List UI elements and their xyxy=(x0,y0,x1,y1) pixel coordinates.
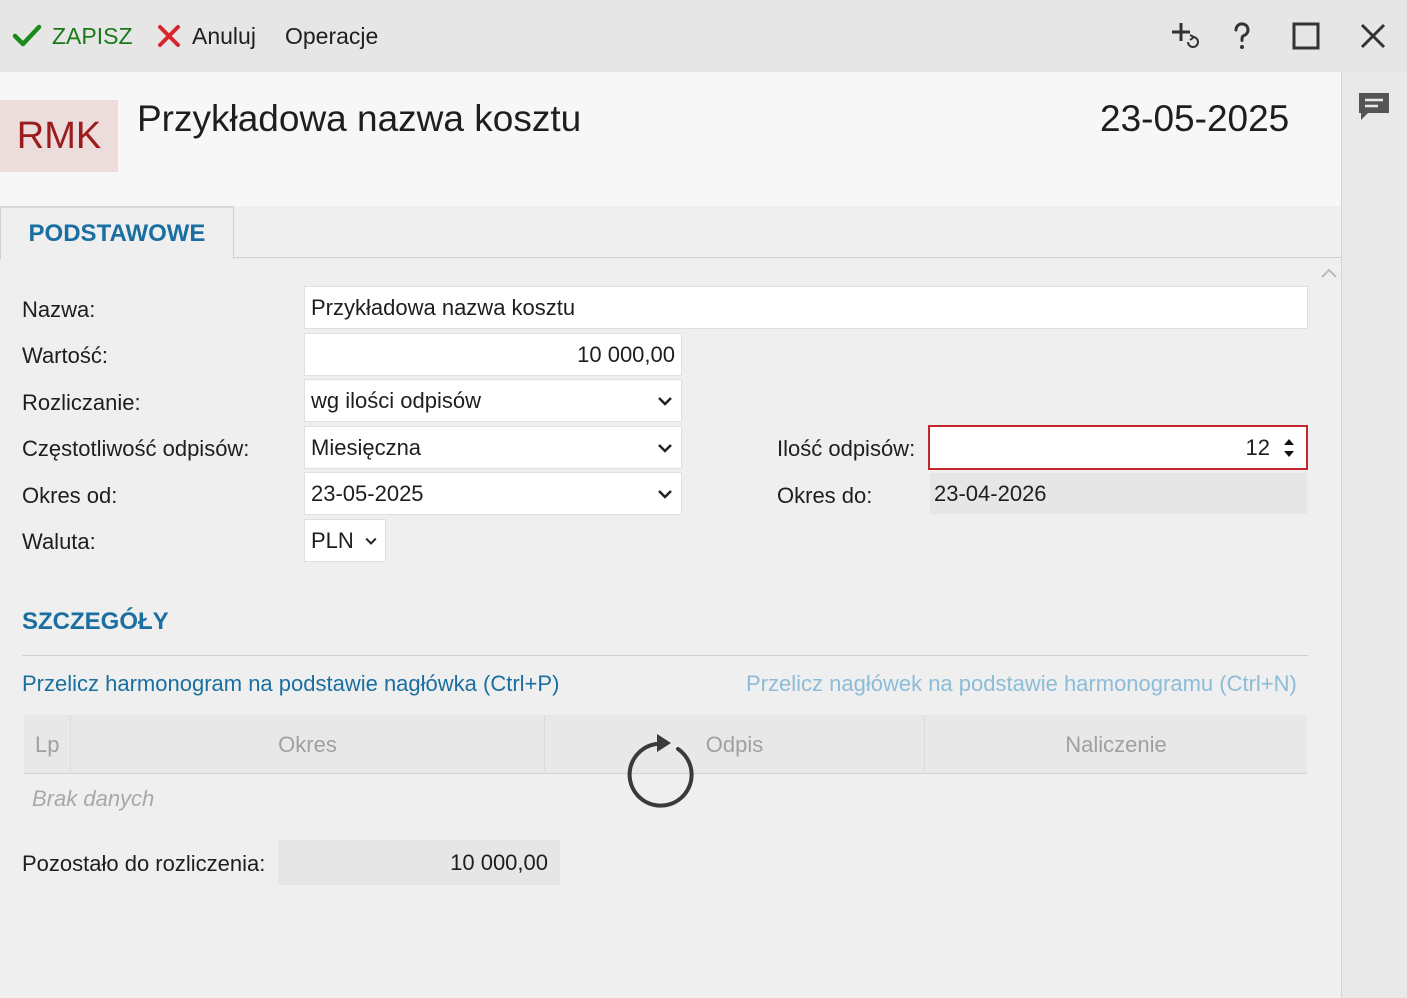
value-field[interactable]: 10 000,00 xyxy=(304,333,682,376)
toolbar: ZAPISZ Anuluj Operacje xyxy=(0,0,1407,72)
loading-spinner-icon xyxy=(627,734,694,808)
side-panel xyxy=(1341,72,1407,998)
name-field[interactable]: Przykładowa nazwa kosztu xyxy=(304,286,1308,329)
stepper-arrows[interactable] xyxy=(1278,438,1300,458)
count-label: Ilość odpisów: xyxy=(777,436,916,461)
currency-select[interactable]: PLN xyxy=(304,519,386,562)
period-to-field: 23-04-2026 xyxy=(930,473,1307,514)
period-from-label: Okres od: xyxy=(22,483,118,508)
empty-table-message: Brak danych xyxy=(32,786,155,811)
count-stepper[interactable]: 12 xyxy=(928,425,1308,470)
name-value: Przykładowa nazwa kosztu xyxy=(311,294,576,320)
document-title: Przykładowa nazwa kosztu xyxy=(137,98,582,139)
add-refresh-icon[interactable] xyxy=(1166,18,1202,54)
recalc-header-link[interactable]: Przelicz nagłówek na podstawie harmonogr… xyxy=(746,671,1297,697)
period-to-label: Okres do: xyxy=(777,483,873,508)
chevron-up-icon[interactable] xyxy=(1318,264,1340,282)
document-date: 23-05-2025 xyxy=(1100,98,1290,139)
currency-value: PLN xyxy=(311,527,354,553)
recalc-schedule-link[interactable]: Przelicz harmonogram na podstawie nagłów… xyxy=(22,671,559,697)
frequency-select[interactable]: Miesięczna xyxy=(304,426,682,469)
chevron-down-icon xyxy=(658,396,672,406)
tab-basic[interactable]: PODSTAWOWE xyxy=(0,206,234,259)
document-type-badge: RMK xyxy=(0,100,118,172)
settlement-value: wg ilości odpisów xyxy=(311,387,481,413)
chevron-down-icon xyxy=(658,443,672,453)
document-header: RMK Przykładowa nazwa kosztu 23-05-2025 xyxy=(0,72,1341,206)
checkmark-icon xyxy=(12,24,42,47)
column-header-writeoff[interactable]: Odpis xyxy=(545,715,925,774)
value-label: Wartość: xyxy=(22,343,108,368)
column-header-period[interactable]: Okres xyxy=(71,715,545,774)
name-label: Nazwa: xyxy=(22,297,96,322)
maximize-icon[interactable] xyxy=(1288,18,1324,54)
operations-label: Operacje xyxy=(285,22,379,49)
operations-menu[interactable]: Operacje xyxy=(285,0,378,72)
frequency-label: Częstotliwość odpisów: xyxy=(22,436,250,461)
cancel-button[interactable]: Anuluj xyxy=(156,0,256,72)
section-divider xyxy=(22,655,1308,656)
settlement-select[interactable]: wg ilości odpisów xyxy=(304,379,682,422)
details-section-title: SZCZEGÓŁY xyxy=(22,608,169,635)
help-icon[interactable] xyxy=(1224,18,1260,54)
period-from-value: 23-05-2025 xyxy=(311,480,424,506)
column-header-accrual[interactable]: Naliczenie xyxy=(925,715,1307,774)
settlement-label: Rozliczanie: xyxy=(22,390,141,415)
remaining-label: Pozostało do rozliczenia: xyxy=(22,851,266,876)
value-value: 10 000,00 xyxy=(577,341,675,367)
comment-icon[interactable] xyxy=(1356,90,1392,124)
tab-bar: PODSTAWOWE xyxy=(0,206,1341,259)
save-button[interactable]: ZAPISZ xyxy=(12,0,133,72)
cross-icon xyxy=(158,25,180,47)
period-to-value: 23-04-2026 xyxy=(934,480,1047,506)
currency-label: Waluta: xyxy=(22,529,96,554)
remaining-value: 10 000,00 xyxy=(278,840,560,885)
arrow-up-icon[interactable] xyxy=(1283,438,1295,446)
count-value: 12 xyxy=(1245,434,1270,460)
chevron-down-icon xyxy=(658,489,672,499)
column-header-lp[interactable]: Lp xyxy=(24,715,71,774)
frequency-value: Miesięczna xyxy=(311,434,422,460)
close-icon[interactable] xyxy=(1355,18,1391,54)
cancel-label: Anuluj xyxy=(192,22,256,49)
save-label: ZAPISZ xyxy=(52,22,133,49)
period-from-picker[interactable]: 23-05-2025 xyxy=(304,472,682,515)
chevron-down-icon xyxy=(365,537,377,545)
arrow-down-icon[interactable] xyxy=(1283,450,1295,458)
